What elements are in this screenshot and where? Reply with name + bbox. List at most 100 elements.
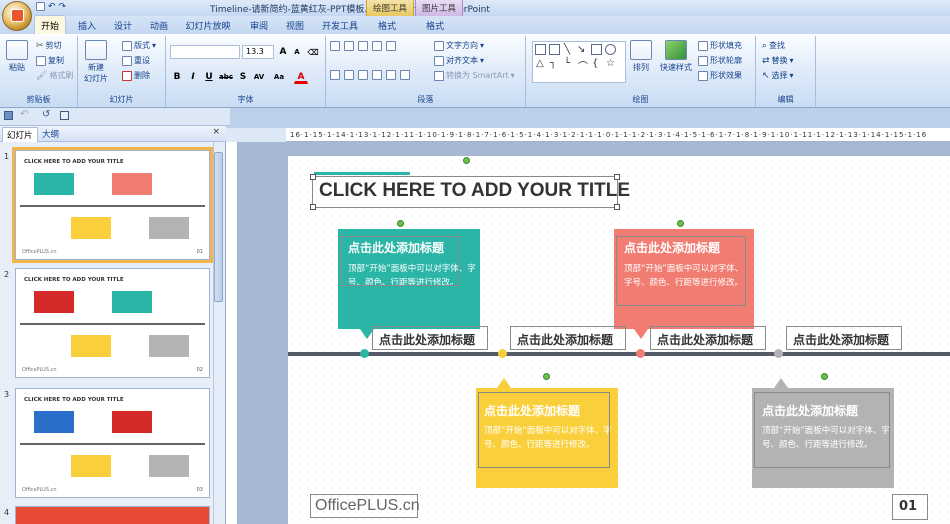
timeline-label-box[interactable]: 点击此处添加标题	[510, 326, 626, 350]
cut-button[interactable]: ✂ 剪切	[36, 40, 62, 51]
close-icon[interactable]: ×	[212, 127, 220, 137]
find-button[interactable]: ⌕ 查找	[762, 40, 785, 51]
line-spacing-icon[interactable]	[386, 41, 396, 51]
redo-icon[interactable]: ↷	[59, 2, 67, 14]
slide-thumbnail-3[interactable]: CLICK HERE TO ADD YOUR TITLE OfficePLUS.…	[15, 388, 210, 498]
bullets-icon[interactable]	[330, 41, 340, 51]
tab-developer[interactable]: 开发工具	[318, 16, 362, 34]
strikethrough-button[interactable]: abc	[218, 70, 233, 84]
vertical-textbox-shape-icon[interactable]	[549, 44, 560, 55]
change-case-button[interactable]: Aa	[272, 70, 286, 84]
group-label-drawing: 绘图	[632, 95, 649, 104]
oval-shape-icon[interactable]	[605, 44, 616, 55]
tab-home[interactable]: 开始	[34, 15, 66, 35]
card-text-selection[interactable]	[340, 220, 460, 286]
save-icon[interactable]	[4, 111, 13, 120]
title-placeholder[interactable]: CLICK HERE TO ADD YOUR TITLE	[310, 157, 630, 210]
footer-logo-box[interactable]: OfficePLUS.cn	[310, 494, 420, 518]
pane-scroll-thumb[interactable]	[214, 152, 223, 302]
page-number-box[interactable]: 01	[892, 494, 928, 520]
rotation-handle[interactable]	[821, 373, 828, 380]
triangle-shape-icon[interactable]: △	[536, 58, 544, 69]
justify-icon[interactable]	[372, 70, 382, 80]
font-name-combo[interactable]	[170, 45, 240, 59]
text-direction-button[interactable]: 文字方向 ▾	[434, 40, 484, 51]
char-spacing-button[interactable]: AV	[252, 70, 266, 84]
rectangle-shape-icon[interactable]	[591, 44, 602, 55]
arrow-shape-icon[interactable]: ↘	[577, 44, 585, 55]
align-center-icon[interactable]	[344, 70, 354, 80]
tab-view[interactable]: 视图	[280, 16, 310, 34]
underline-button[interactable]: U	[202, 70, 216, 84]
copy-button[interactable]: 复制	[36, 55, 64, 66]
rotation-handle[interactable]	[677, 220, 684, 227]
line-shape-icon[interactable]: ╲	[564, 44, 570, 55]
rotation-handle[interactable]	[543, 373, 550, 380]
timeline-label-box[interactable]: 点击此处添加标题	[786, 326, 902, 350]
undo-icon[interactable]: ↶	[20, 109, 28, 120]
tab-insert[interactable]: 插入	[72, 16, 102, 34]
bold-button[interactable]: B	[170, 70, 184, 84]
layout-button[interactable]: 版式 ▾	[122, 40, 156, 51]
timeline-label-box[interactable]: 点击此处添加标题	[372, 326, 488, 350]
tab-format-drawing[interactable]: 格式	[372, 16, 402, 34]
office-button[interactable]	[2, 1, 32, 31]
tab-format-picture[interactable]: 格式	[420, 16, 450, 34]
slide-thumbnail-1[interactable]: CLICK HERE TO ADD YOUR TITLE OfficePLUS.…	[12, 147, 213, 263]
elbow-connector-icon[interactable]: ┐	[550, 58, 556, 69]
shrink-font-button[interactable]: A	[290, 45, 304, 59]
columns-icon[interactable]	[400, 70, 410, 80]
decrease-indent-icon[interactable]	[358, 41, 368, 51]
tab-review[interactable]: 审阅	[244, 16, 274, 34]
textbox-shape-icon[interactable]	[535, 44, 546, 55]
star-shape-icon[interactable]: ☆	[606, 58, 615, 69]
font-color-button[interactable]: A	[294, 70, 308, 84]
distribute-icon[interactable]	[386, 70, 396, 80]
save-icon[interactable]	[36, 2, 45, 11]
card-text-selection[interactable]	[478, 373, 610, 468]
connector-icon[interactable]: └	[564, 58, 570, 69]
quick-styles-button[interactable]: 快速样式	[660, 40, 692, 73]
shape-fill-button[interactable]: 形状填充	[698, 40, 742, 51]
select-button[interactable]: ↖ 选择 ▾	[762, 70, 794, 81]
smartart-button[interactable]: 转换为 SmartArt ▾	[434, 70, 515, 81]
brace-shape-icon[interactable]: {	[592, 58, 598, 69]
timeline-label-box[interactable]: 点击此处添加标题	[650, 326, 766, 350]
paste-button[interactable]: 粘贴	[6, 40, 28, 73]
align-text-button[interactable]: 对齐文本 ▾	[434, 55, 484, 66]
increase-indent-icon[interactable]	[372, 41, 382, 51]
clear-format-button[interactable]: ⌫	[306, 45, 320, 59]
align-left-icon[interactable]	[330, 70, 340, 80]
shape-effects-button[interactable]: 形状效果	[698, 70, 742, 81]
card-text-selection[interactable]	[616, 220, 746, 306]
rotation-handle[interactable]	[397, 220, 404, 227]
shadow-button[interactable]: S	[236, 70, 250, 84]
font-size-combo[interactable]: 13.3	[242, 45, 274, 59]
card-text-selection[interactable]	[754, 373, 890, 468]
tab-design[interactable]: 设计	[108, 16, 138, 34]
undo-icon[interactable]: ↶	[48, 2, 56, 14]
tab-slideshow[interactable]: 幻灯片放映	[180, 16, 236, 34]
slide-canvas[interactable]: CLICK HERE TO ADD YOUR TITLE 点击此处添加标题 顶部…	[288, 156, 950, 524]
new-slide-button[interactable]: 新建 幻灯片	[84, 40, 108, 84]
replace-button[interactable]: ⇄ 替换 ▾	[762, 55, 794, 66]
customize-icon[interactable]	[60, 111, 69, 120]
slide-thumbnail-2[interactable]: CLICK HERE TO ADD YOUR TITLE OfficePLUS.…	[15, 268, 210, 378]
tab-outline[interactable]: 大纲	[38, 127, 63, 141]
numbering-icon[interactable]	[344, 41, 354, 51]
curve-shape-icon[interactable]: ⌒	[578, 58, 588, 73]
arrange-button[interactable]: 排列	[630, 40, 652, 73]
tab-animation[interactable]: 动画	[144, 16, 174, 34]
redo-icon[interactable]: ↺	[42, 109, 50, 120]
align-right-icon[interactable]	[358, 70, 368, 80]
shapes-gallery[interactable]: ╲ ↘ △ ┐ └ ⌒ { ☆	[532, 41, 626, 83]
format-painter-button[interactable]: 🖌 格式刷	[36, 70, 73, 81]
shape-outline-button[interactable]: 形状轮廓	[698, 55, 742, 66]
tab-slides[interactable]: 幻灯片	[2, 127, 38, 142]
delete-slide-button[interactable]: 删除	[122, 70, 150, 81]
italic-button[interactable]: I	[186, 70, 200, 84]
reset-button[interactable]: 重设	[122, 55, 150, 66]
grow-font-button[interactable]: A	[276, 45, 290, 59]
slide-thumbnail-4[interactable]	[15, 506, 210, 524]
rotation-handle[interactable]	[463, 157, 470, 164]
